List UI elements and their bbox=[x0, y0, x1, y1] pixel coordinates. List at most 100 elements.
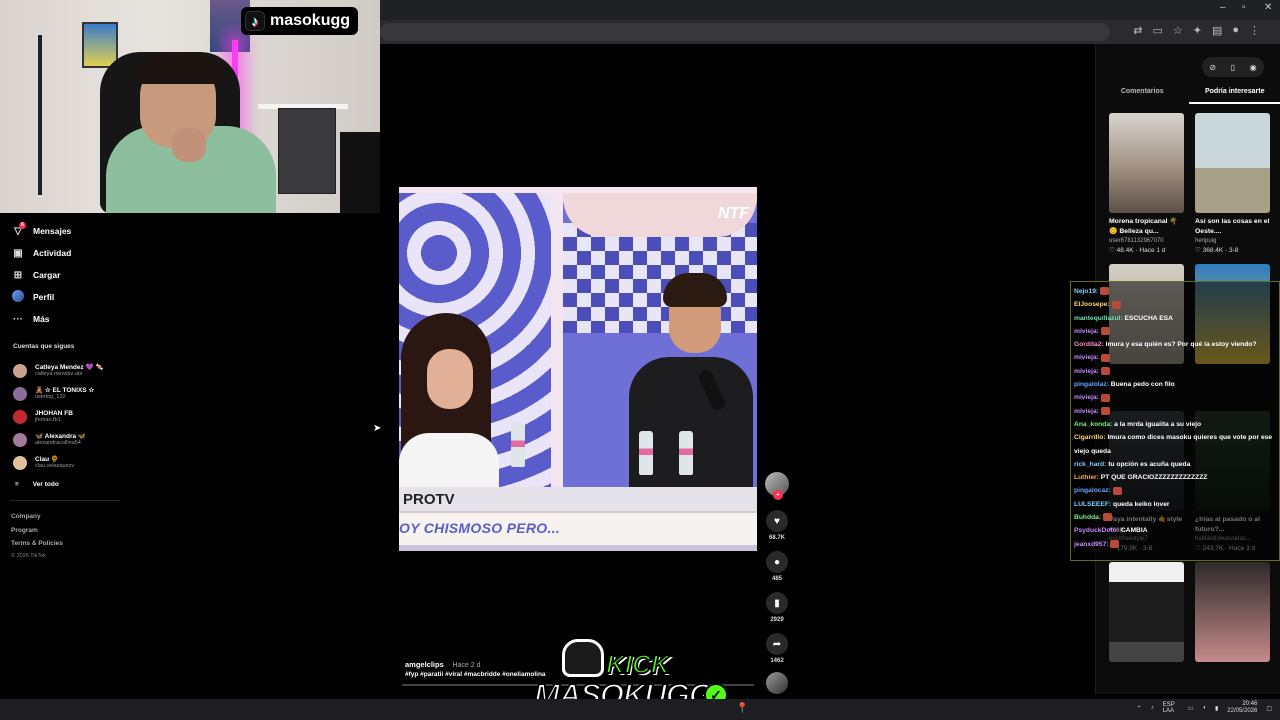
save-button[interactable]: ▮ 2929 bbox=[764, 592, 790, 623]
footer-link-terms[interactable]: Terms & Policies bbox=[11, 537, 63, 551]
sidebar-item-cargar[interactable]: ⊞ Cargar bbox=[12, 264, 212, 286]
chat-username[interactable]: LULSEEEF: bbox=[1074, 501, 1111, 508]
avatar[interactable]: ◉ bbox=[1250, 63, 1257, 72]
stream-chat-overlay: Nejo19: ElJoosepe: mantequillazul: ESCUC… bbox=[1070, 281, 1280, 561]
clock[interactable]: 20:46 22/05/2026 bbox=[1227, 701, 1257, 715]
creator-avatar[interactable]: + bbox=[765, 472, 789, 500]
video-author[interactable]: amgelclips bbox=[405, 660, 444, 669]
sidebar-item-mensajes[interactable]: ▽ 6 Mensajes bbox=[12, 220, 212, 242]
ninja-mascot-icon bbox=[562, 639, 604, 677]
action-rail: + ♥ 68.7K ● 485 ▮ 2929 ➦ 1462 bbox=[764, 472, 790, 694]
chat-username[interactable]: rick_hard: bbox=[1074, 461, 1106, 468]
chat-username[interactable]: mivieja: bbox=[1074, 408, 1099, 415]
chat-username[interactable]: pingalocaz: bbox=[1074, 487, 1111, 494]
sidebar-item-actividad[interactable]: ▣ Actividad bbox=[12, 242, 212, 264]
location-pin-icon[interactable]: 📍 bbox=[736, 703, 748, 714]
emote-icon bbox=[1100, 287, 1110, 296]
chat-username[interactable]: mivieja: bbox=[1074, 328, 1099, 335]
chat-username[interactable]: Ana_konda: bbox=[1074, 421, 1112, 428]
tab-comentarios[interactable]: Comentarios bbox=[1096, 86, 1189, 104]
chat-username[interactable]: mivieja: bbox=[1074, 368, 1099, 375]
chat-username[interactable]: mantequillazul: bbox=[1074, 315, 1123, 322]
browser-toolbar: ⇄ ▭ ☆ ✦ ▤ ● ⋮ bbox=[380, 20, 1280, 44]
chat-username[interactable]: Nejo19: bbox=[1074, 288, 1098, 295]
following-account[interactable]: JHOHAN FB jhohan.fb1 bbox=[13, 405, 143, 428]
maximize-button[interactable]: ▫ bbox=[1242, 2, 1246, 13]
see-all-link[interactable]: ≡ Ver todo bbox=[15, 474, 143, 494]
sidebar-icon[interactable]: ▤ bbox=[1212, 24, 1222, 37]
card-title: Así son las cosas en el Oeste.... bbox=[1195, 218, 1270, 235]
browser-title-bar: – ▫ ✕ bbox=[380, 0, 1280, 20]
video-thumbnail[interactable] bbox=[1109, 113, 1184, 213]
mic-icon[interactable]: ♪ bbox=[1151, 705, 1154, 711]
video-card[interactable]: Así son las cosas en el Oeste.... heripu… bbox=[1195, 113, 1270, 256]
plus-square-icon: ⊞ bbox=[13, 269, 23, 281]
sound-avatar[interactable] bbox=[766, 672, 788, 694]
chat-username[interactable]: jeanxd957: bbox=[1074, 541, 1109, 548]
following-account[interactable]: Catleya Mendez 💜 🍬 catleya.mendez.abr bbox=[13, 359, 143, 382]
chat-text: Imura y esa quién es? Por qué la estoy v… bbox=[1105, 341, 1257, 349]
chat-username[interactable]: Buhdda: bbox=[1074, 514, 1101, 521]
chat-username[interactable]: mivieja: bbox=[1074, 354, 1099, 361]
address-bar[interactable] bbox=[380, 23, 1110, 41]
notification-badge: 6 bbox=[19, 221, 26, 229]
chat-username[interactable]: Gordita2: bbox=[1074, 341, 1104, 348]
chat-username[interactable]: pingalolaz: bbox=[1074, 381, 1109, 388]
video-card[interactable]: Morena tropicanal 🌴 😊 Belleza qu... user… bbox=[1109, 113, 1184, 256]
following-account[interactable]: 🦋 Alexandra 🦋 alexandracollina54 bbox=[13, 428, 143, 451]
cast-icon[interactable]: ▭ bbox=[1152, 24, 1162, 37]
chat-username[interactable]: mivieja: bbox=[1074, 394, 1099, 401]
streamer-name: masokugg bbox=[270, 12, 351, 29]
video-thumbnail[interactable] bbox=[1195, 113, 1270, 213]
minimize-button[interactable]: – bbox=[1220, 2, 1226, 13]
video-card[interactable] bbox=[1195, 562, 1270, 701]
extensions-icon[interactable]: ✦ bbox=[1193, 24, 1202, 37]
battery-icon[interactable]: ▮ bbox=[1215, 705, 1218, 712]
chat-message: Gordita2: Imura y esa quién es? Por qué … bbox=[1074, 338, 1276, 351]
video-thumbnail[interactable] bbox=[1109, 562, 1184, 662]
video-scene-right: NTF bbox=[563, 193, 757, 513]
footer-link-company[interactable]: Company bbox=[11, 510, 63, 524]
following-account[interactable]: Clau 🌻 clau.velasquezv bbox=[13, 451, 143, 474]
following-account[interactable]: 🧸 ☆ EL TONIXS ☆ usertop_132 bbox=[13, 382, 143, 405]
video-player[interactable]: NTF PROTV OY CHISMOSO PERO... bbox=[399, 187, 757, 551]
share-button[interactable]: ➦ 1462 bbox=[764, 633, 790, 664]
card-user[interactable]: user6781132967070 bbox=[1109, 237, 1184, 246]
like-count: 68.7K bbox=[768, 535, 785, 541]
sidebar-item-mas[interactable]: ··· Más bbox=[12, 308, 212, 330]
profile-icon[interactable]: ● bbox=[1232, 24, 1239, 37]
video-thumbnail[interactable] bbox=[1195, 562, 1270, 662]
chat-username[interactable]: PsyduckDoto: bbox=[1074, 527, 1119, 534]
tab-podria-interesarte[interactable]: Podría interesarte bbox=[1188, 86, 1280, 104]
emote-icon bbox=[1100, 353, 1110, 362]
volume-icon[interactable]: ◖ bbox=[1202, 705, 1206, 711]
network-icon[interactable]: ▭ bbox=[1188, 705, 1194, 712]
following-title: Cuentas que sigues bbox=[13, 343, 75, 350]
video-hashtags[interactable]: #fyp #paratii #viral #macbridde #oneliam… bbox=[405, 671, 546, 678]
device-icon[interactable]: ▯ bbox=[1231, 63, 1235, 72]
like-button[interactable]: ♥ 68.7K bbox=[764, 510, 790, 541]
notifications-icon[interactable]: ▢ bbox=[1266, 705, 1272, 712]
language-indicator[interactable]: ESP LAA bbox=[1163, 702, 1179, 714]
following-list: Catleya Mendez 💜 🍬 catleya.mendez.abr 🧸 ☆… bbox=[13, 359, 143, 494]
chat-message: LULSEEEF: queda keiko lover bbox=[1074, 498, 1276, 511]
close-window-button[interactable]: ✕ bbox=[1264, 2, 1272, 13]
avatar bbox=[13, 363, 27, 378]
bookmark-star-icon[interactable]: ☆ bbox=[1173, 24, 1183, 37]
tiktok-logo-icon: ♪ bbox=[245, 11, 265, 31]
menu-icon[interactable]: ⋮ bbox=[1249, 24, 1260, 37]
chat-username[interactable]: Cigarrillo: bbox=[1074, 434, 1106, 441]
chat-username[interactable]: ElJoosepe: bbox=[1074, 301, 1110, 308]
card-user[interactable]: heripuig bbox=[1195, 237, 1270, 246]
translate-icon[interactable]: ⇄ bbox=[1133, 24, 1142, 37]
follow-plus-icon[interactable]: + bbox=[773, 490, 783, 500]
comment-button[interactable]: ● 485 bbox=[764, 551, 790, 582]
video-card[interactable] bbox=[1109, 562, 1184, 701]
bookmark-icon: ▮ bbox=[766, 592, 788, 614]
link-icon[interactable]: ⊘ bbox=[1209, 63, 1216, 72]
webcam-overlay: ♪ masokugg bbox=[0, 0, 380, 213]
sidebar-item-perfil[interactable]: Perfil bbox=[12, 286, 212, 308]
chevron-up-icon[interactable]: ⌃ bbox=[1137, 705, 1142, 712]
chat-username[interactable]: Luthier: bbox=[1074, 474, 1099, 481]
footer-link-program[interactable]: Program bbox=[11, 524, 63, 538]
